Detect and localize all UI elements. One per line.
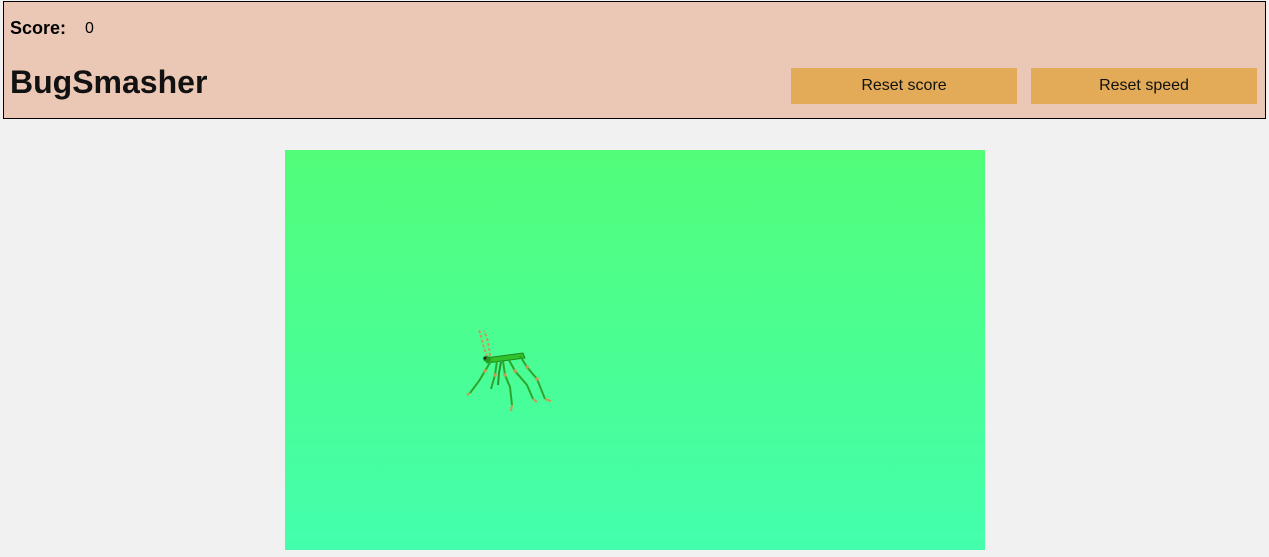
score-value: 0: [85, 19, 94, 37]
game-canvas[interactable]: [285, 150, 985, 550]
reset-score-button[interactable]: Reset score: [791, 68, 1017, 104]
reset-speed-button[interactable]: Reset speed: [1031, 68, 1257, 104]
score-label: Score:: [10, 18, 67, 38]
score-display: Score: 0: [10, 18, 94, 39]
game-title: BugSmasher: [10, 64, 208, 100]
header-panel: Score: 0 BugSmasher Reset score Reset sp…: [3, 1, 1266, 119]
bug-sprite[interactable]: [465, 325, 560, 420]
